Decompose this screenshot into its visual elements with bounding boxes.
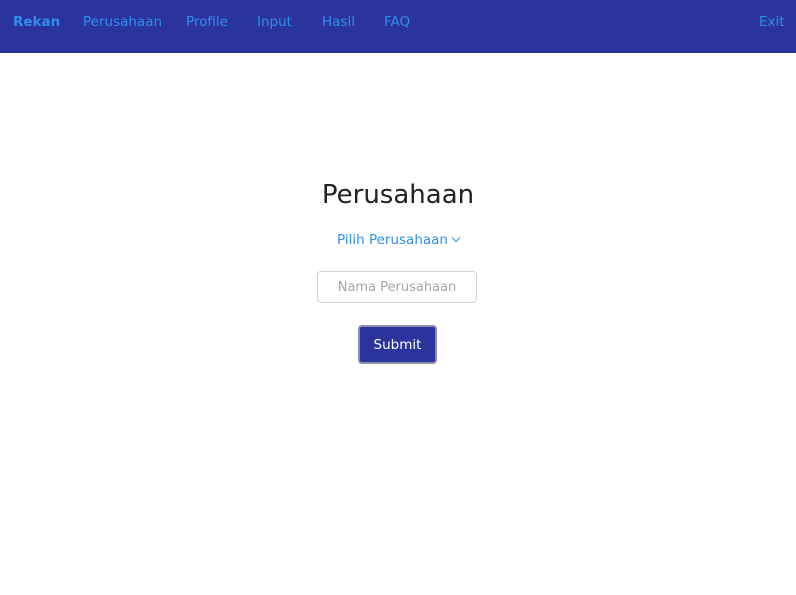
nav-link-perusahaan[interactable]: Perusahaan: [83, 14, 162, 31]
nav-link-profile[interactable]: Profile: [186, 14, 228, 31]
nav-brand-rekan[interactable]: Rekan: [13, 14, 60, 31]
company-dropdown[interactable]: Pilih Perusahaan: [0, 231, 796, 249]
nav-link-input[interactable]: Input: [257, 14, 292, 31]
company-dropdown-label: Pilih Perusahaan: [337, 232, 448, 248]
submit-button[interactable]: Submit: [358, 325, 437, 364]
chevron-down-icon: [451, 233, 461, 243]
nav-link-hasil[interactable]: Hasil: [322, 14, 355, 31]
top-navbar: Rekan Perusahaan Profile Input Hasil FAQ…: [0, 0, 796, 53]
nav-link-exit[interactable]: Exit: [759, 14, 785, 31]
page-title: Perusahaan: [321, 180, 475, 210]
nav-link-faq[interactable]: FAQ: [384, 14, 410, 31]
company-name-input[interactable]: [317, 271, 477, 303]
